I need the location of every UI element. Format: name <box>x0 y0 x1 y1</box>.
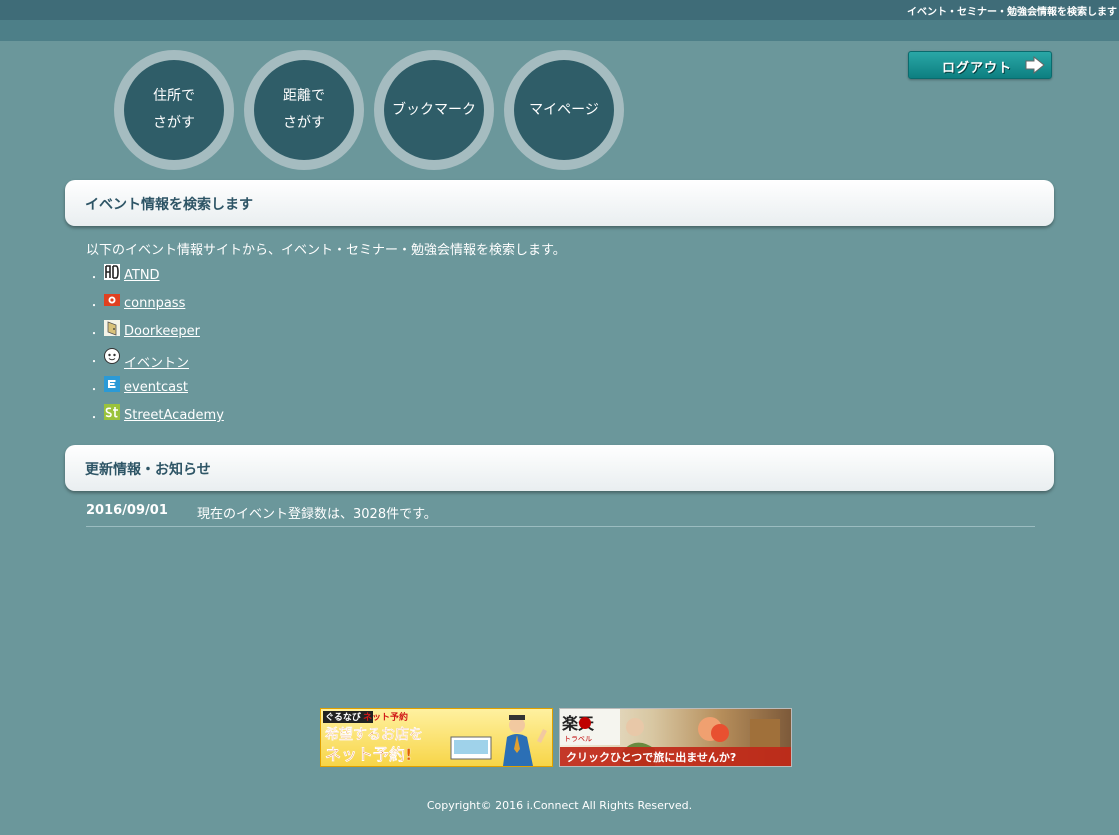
bullet: ・ <box>89 413 99 424</box>
search-intro-text: 以下のイベント情報サイトから、イベント・セミナー・勉強会情報を検索します。 <box>86 243 566 258</box>
site-link-streetacademy[interactable]: StreetAcademy <box>124 408 224 423</box>
news-item: 2016/09/01 現在のイベント登録数は、3028件です。 <box>86 503 1035 527</box>
gurunavi-line1: 希望するお店を <box>325 726 423 743</box>
news-date: 2016/09/01 <box>86 503 168 518</box>
site-link-atnd[interactable]: ATND <box>124 268 160 283</box>
nav-bookmark[interactable]: ブックマーク <box>374 50 494 170</box>
header-band <box>0 20 1119 41</box>
bullet: ・ <box>89 301 99 312</box>
site-link-connpass[interactable]: connpass <box>124 296 185 311</box>
search-section-header: イベント情報を検索します <box>65 180 1054 226</box>
atnd-icon <box>104 264 120 280</box>
bullet: ・ <box>89 273 99 284</box>
nav-search-by-address-label: 住所で さがす <box>153 88 195 131</box>
gurunavi-line2: ネット予約! <box>325 745 412 764</box>
nav-mypage[interactable]: マイページ <box>504 50 624 170</box>
gurunavi-tag: ネット予約 <box>363 711 408 723</box>
doorkeeper-icon <box>104 320 120 336</box>
bullet: ・ <box>89 357 99 368</box>
site-tagline: イベント・セミナー・勉強会情報を検索します <box>907 7 1117 18</box>
nav-bookmark-label: ブックマーク <box>392 101 476 118</box>
rakuten-sub: トラベル <box>564 735 592 743</box>
nav-search-by-distance-label: 距離で さがす <box>283 88 325 131</box>
gurunavi-banner[interactable]: ぐるなび ネット予約 希望するお店を ネット予約! <box>320 708 553 767</box>
footer-copyright: Copyright© 2016 i.Connect All Rights Res… <box>426 799 693 812</box>
connpass-icon <box>104 294 120 306</box>
top-bar: イベント・セミナー・勉強会情報を検索します <box>0 0 1119 20</box>
nav-search-by-distance[interactable]: 距離で さがす <box>244 50 364 170</box>
news-section-header: 更新情報・お知らせ <box>65 445 1054 491</box>
search-section-title: イベント情報を検索します <box>85 197 253 213</box>
site-link-eventon[interactable]: イベントン <box>124 352 189 371</box>
news-text: 現在のイベント登録数は、3028件です。 <box>197 507 437 522</box>
site-link-doorkeeper[interactable]: Doorkeeper <box>124 324 200 339</box>
nav-mypage-label: マイページ <box>529 101 599 118</box>
gurunavi-brand: ぐるなび <box>325 711 362 723</box>
arrow-right-icon <box>1025 56 1045 74</box>
rakuten-travel-banner[interactable]: 楽天 トラベル クリックひとつで旅に出ませんか? <box>559 708 792 767</box>
rakuten-text: クリックひとつで旅に出ませんか? <box>566 750 736 764</box>
eventcast-icon <box>104 376 120 392</box>
logout-button[interactable]: ログアウト <box>908 51 1052 79</box>
bullet: ・ <box>89 385 99 396</box>
nav-search-by-address[interactable]: 住所で さがす <box>114 50 234 170</box>
news-section-title: 更新情報・お知らせ <box>85 462 211 478</box>
gurunavi-banner-art: ぐるなび ネット予約 希望するお店を ネット予約! <box>323 711 547 766</box>
eventon-icon <box>104 348 120 364</box>
site-link-eventcast[interactable]: eventcast <box>124 380 188 395</box>
logout-label: ログアウト <box>942 61 1013 76</box>
rakuten-banner-art: 楽天 トラベル クリックひとつで旅に出ませんか? <box>560 709 791 766</box>
bullet: ・ <box>89 329 99 340</box>
streetacademy-icon <box>104 404 120 420</box>
